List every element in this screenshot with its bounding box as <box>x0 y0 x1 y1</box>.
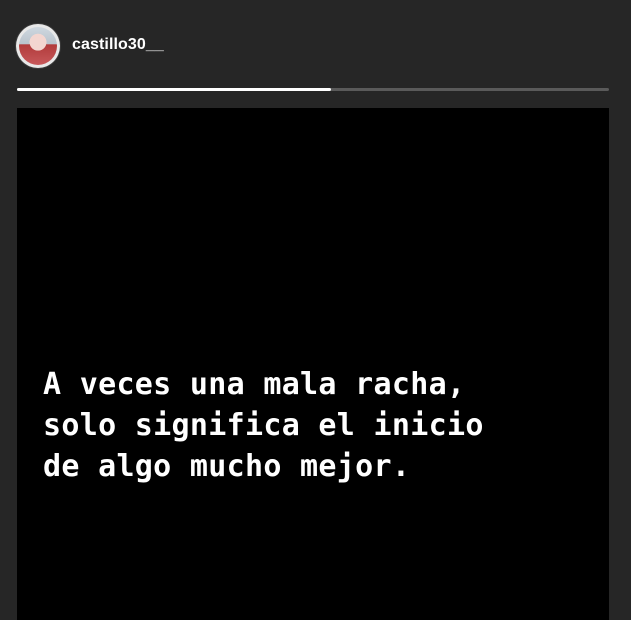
profile-photo <box>19 27 57 65</box>
story-content[interactable]: A veces una mala racha, solo significa el… <box>17 108 609 620</box>
story-text-line-1: A veces una mala racha, <box>43 367 466 402</box>
story-text: A veces una mala racha, solo significa el… <box>43 364 484 487</box>
story-text-line-3: de algo mucho mejor. <box>43 449 411 484</box>
avatar[interactable] <box>16 24 60 68</box>
story-progress-track <box>17 88 609 91</box>
story-header: castillo30__ <box>0 0 631 90</box>
story-progress-fill <box>17 88 331 91</box>
story-text-line-2: solo significa el inicio <box>43 408 484 443</box>
username-link[interactable]: castillo30__ <box>72 36 164 54</box>
